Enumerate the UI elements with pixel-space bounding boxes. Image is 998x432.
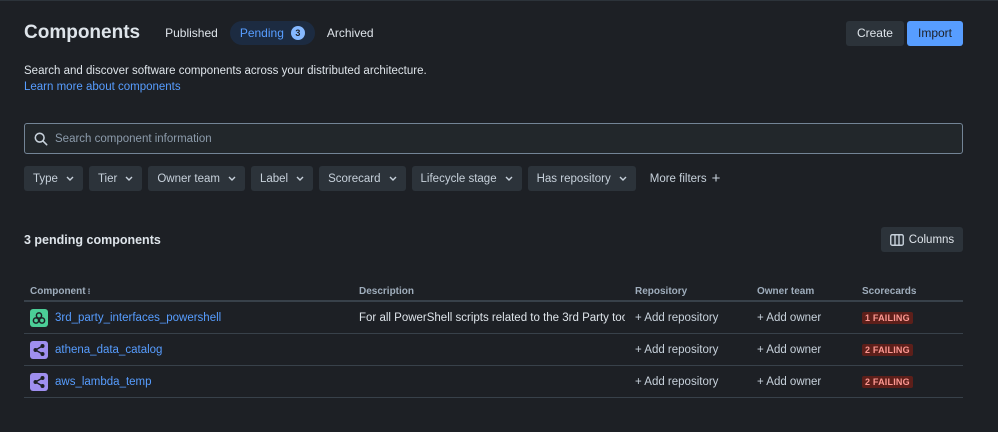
add-repository-link[interactable]: + Add repository [635,334,718,366]
table-row: aws_lambda_temp + Add repository + Add o… [24,366,963,398]
page-description: Search and discover software components … [24,65,427,77]
create-button[interactable]: Create [845,20,904,46]
header-component[interactable]: Component ⁝ [30,286,91,297]
filter-label: Owner team [157,172,220,185]
description-cell: For all PowerShell scripts related to th… [359,302,625,334]
component-link[interactable]: aws_lambda_temp [55,376,152,388]
chevron-down-icon [125,176,133,181]
sort-icon: ⁝ [87,287,91,296]
more-filters-label: More filters [649,172,707,185]
chevron-down-icon [66,176,74,181]
component-cell: 3rd_party_interfaces_powershell [30,302,221,334]
add-repository-label: + Add repository [635,344,719,356]
table-row: athena_data_catalog + Add repository + A… [24,334,963,366]
top-divider [0,0,998,1]
share-icon [30,373,48,391]
chevron-down-icon [228,176,236,181]
table-row: 3rd_party_interfaces_powershell For all … [24,302,963,334]
columns-label: Columns [908,233,955,246]
components-table: Component ⁝ Description Repository Owner … [24,283,963,398]
add-repository-link[interactable]: + Add repository [635,366,718,398]
chevron-down-icon [619,176,627,181]
filter-label: Type [33,172,58,185]
columns-button[interactable]: Columns [881,227,963,252]
tab-archived[interactable]: Archived [317,21,384,45]
filter-owner-team[interactable]: Owner team [148,166,245,191]
add-repository-label: + Add repository [635,312,719,324]
group-icon [30,309,48,327]
add-owner-link[interactable]: + Add owner [757,366,821,398]
scorecard-cell: 1 FAILING [862,302,913,334]
search-icon [34,132,48,145]
chevron-down-icon [505,176,513,181]
tab-label: Published [165,26,218,40]
component-cell: aws_lambda_temp [30,366,152,398]
component-cell: athena_data_catalog [30,334,162,366]
chevron-down-icon [296,176,304,181]
filter-lifecycle-stage[interactable]: Lifecycle stage [411,166,522,191]
header-actions: Create Import [845,20,963,46]
page-header: Components Published Pending 3 Archived … [24,18,963,48]
add-repository-label: + Add repository [635,376,719,388]
filter-label: Scorecard [328,172,381,185]
columns-icon [889,233,904,246]
add-owner-label: + Add owner [757,312,822,324]
page-title: Components [24,22,141,43]
plus-icon: + [711,170,721,187]
pending-count-badge: 3 [290,26,305,40]
filter-has-repository[interactable]: Has repository [527,166,636,191]
failing-badge[interactable]: 1 FAILING [862,312,913,324]
scorecard-cell: 2 FAILING [862,334,913,366]
filter-label: Lifecycle stage [420,172,497,185]
tab-pending[interactable]: Pending 3 [229,21,315,45]
more-filters-button[interactable]: More filters + [642,166,729,191]
filter-label: Has repository [536,172,611,185]
header-scorecards: Scorecards [862,286,917,297]
header-label: Component [30,286,86,297]
learn-more-link[interactable]: Learn more about components [24,81,181,93]
tab-published[interactable]: Published [155,21,228,45]
add-owner-label: + Add owner [757,344,822,356]
share-icon [30,341,48,359]
filter-bar: Type Tier Owner team Label Scorecard Lif… [24,166,728,191]
table-header: Component ⁝ Description Repository Owner … [24,283,963,302]
failing-badge[interactable]: 2 FAILING [862,344,913,356]
filter-label: Tier [97,172,118,185]
header-repository: Repository [635,286,688,297]
add-repository-link[interactable]: + Add repository [635,302,718,334]
filter-label-filter[interactable]: Label [250,166,314,191]
tab-label: Pending [239,26,284,40]
add-owner-link[interactable]: + Add owner [757,302,821,334]
filter-type[interactable]: Type [24,166,83,191]
chevron-down-icon [389,176,397,181]
add-owner-link[interactable]: + Add owner [757,334,821,366]
header-description: Description [359,286,415,297]
tab-label: Archived [326,26,374,40]
scorecard-cell: 2 FAILING [862,366,913,398]
results-count: 3 pending components [24,233,161,247]
header-owner-team: Owner team [757,286,815,297]
search-placeholder: Search component information [55,132,212,145]
component-link[interactable]: 3rd_party_interfaces_powershell [55,312,221,324]
filter-scorecard[interactable]: Scorecard [319,166,406,191]
import-button[interactable]: Import [906,20,963,46]
component-link[interactable]: athena_data_catalog [55,344,162,356]
filter-label: Label [259,172,289,185]
failing-badge[interactable]: 2 FAILING [862,376,913,388]
filter-tier[interactable]: Tier [88,166,143,191]
description-text: For all PowerShell scripts related to th… [359,312,625,324]
search-input[interactable]: Search component information [24,123,963,154]
add-owner-label: + Add owner [757,376,822,388]
